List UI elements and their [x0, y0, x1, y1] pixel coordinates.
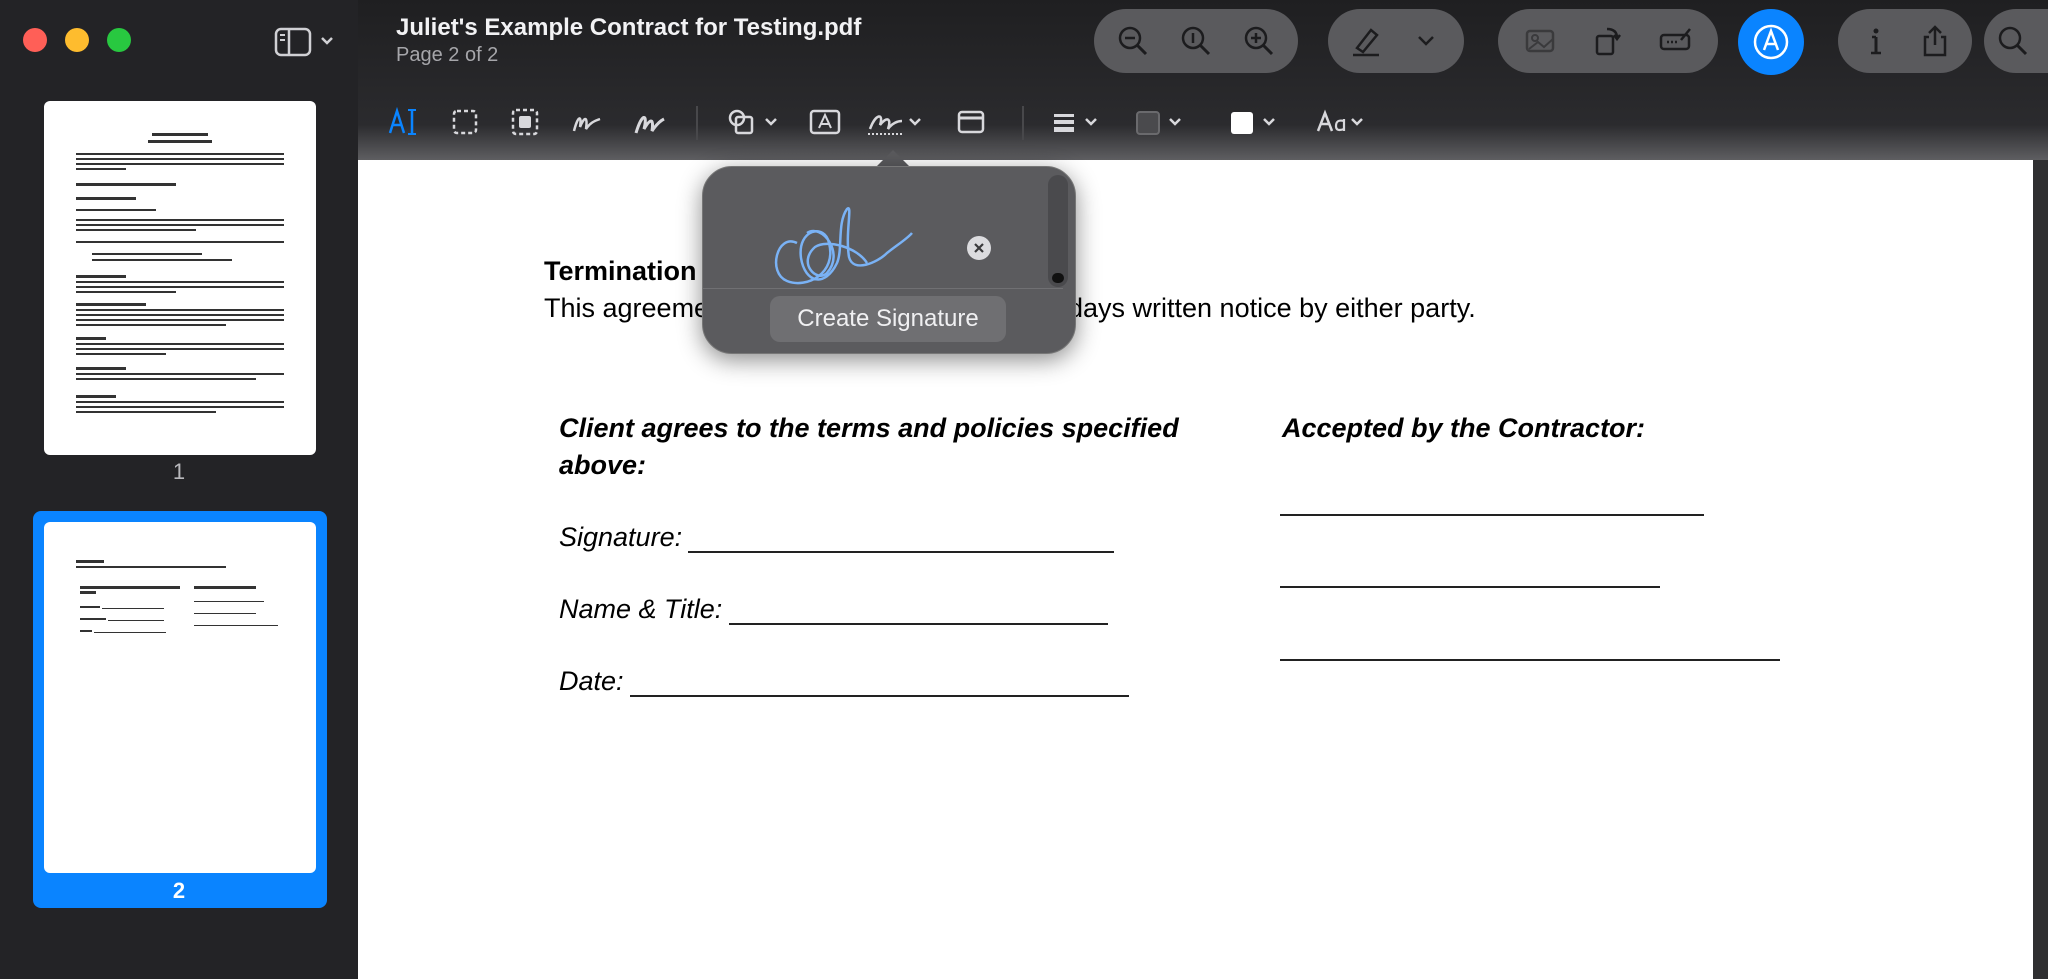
client-heading-line-1: Client agrees to the terms and policies … [559, 413, 1179, 443]
pdf-page: Termination This agreeme days written no… [358, 160, 2033, 979]
text-style-icon [1316, 109, 1363, 132]
rectangular-selection-tool[interactable] [448, 104, 482, 140]
delete-signature-button[interactable] [967, 236, 991, 260]
text-box-icon [809, 109, 841, 135]
contractor-date-line [1280, 659, 1780, 661]
line-style-icon [1054, 114, 1097, 132]
text-box-tool[interactable] [808, 104, 842, 140]
shape-style-tool[interactable] [1050, 104, 1102, 140]
close-icon [974, 243, 984, 253]
scrollbar-thumb[interactable] [1052, 273, 1064, 283]
actual-size-button[interactable] [1171, 16, 1221, 66]
rotate-icon [1595, 27, 1621, 56]
page-tools [1498, 9, 1718, 73]
highlight-menu-button[interactable] [1401, 16, 1451, 66]
shapes-icon [728, 109, 777, 135]
page-number-2: 2 [172, 878, 186, 903]
sidebar-toggle-button[interactable] [274, 26, 338, 58]
page-number-1: 1 [172, 459, 186, 484]
termination-text-left: This agreeme [544, 293, 710, 323]
zoom-in-icon [1244, 26, 1273, 56]
share-button[interactable] [1910, 16, 1960, 66]
page-thumbnail-1[interactable] [44, 101, 316, 455]
actual-size-icon [1181, 26, 1211, 56]
border-color-icon [1136, 111, 1181, 135]
highlighter-icon [1353, 28, 1379, 57]
zoom-out-icon [1119, 26, 1148, 56]
highlight-controls [1328, 9, 1464, 73]
toolbar-divider [696, 106, 698, 140]
share-icon [1923, 25, 1946, 57]
sidebar: 1 2 [0, 0, 359, 979]
rotate-button[interactable] [1583, 16, 1633, 66]
popover-scrollbar[interactable] [1048, 175, 1068, 287]
page-indicator: Page 2 of 2 [396, 44, 499, 66]
client-heading-line-2: above: [559, 450, 647, 480]
crop-button[interactable] [1515, 16, 1565, 66]
signature-line [688, 551, 1114, 553]
smart-lasso-icon [511, 108, 539, 136]
draw-icon [634, 116, 665, 134]
info-button[interactable] [1851, 16, 1901, 66]
toolbar-divider-2 [1022, 106, 1024, 140]
page-thumbnail-2[interactable] [44, 522, 316, 873]
zoom-in-button[interactable] [1234, 16, 1284, 66]
date-label: Date: [559, 666, 624, 696]
page-2-preview [76, 560, 278, 633]
search-button[interactable] [1984, 9, 2048, 73]
draw-tool[interactable] [632, 104, 666, 140]
signature-icon [868, 115, 921, 135]
image-crop-icon [1525, 29, 1555, 53]
zoom-window-button[interactable] [107, 28, 131, 52]
note-tool[interactable] [954, 104, 988, 140]
text-selection-tool[interactable] [388, 104, 422, 140]
document-view: Termination This agreeme days written no… [358, 160, 2048, 979]
markup-icon [1753, 24, 1789, 60]
smart-lasso-tool[interactable] [508, 104, 542, 140]
contractor-name-line [1280, 586, 1660, 588]
name-title-line [729, 623, 1108, 625]
chevron-down-icon [1418, 36, 1434, 46]
name-title-label: Name & Title: [559, 594, 723, 624]
rectangular-selection-icon [452, 109, 478, 135]
document-title: Juliet's Example Contract for Testing.pd… [396, 14, 862, 41]
sidebar-icon [274, 27, 333, 57]
termination-text-right: days written notice by either party. [1068, 293, 1476, 323]
zoom-out-button[interactable] [1108, 16, 1158, 66]
saved-signature[interactable] [767, 203, 917, 293]
fill-color-icon [1231, 112, 1275, 134]
shapes-tool[interactable] [726, 104, 782, 140]
form-button[interactable] [1651, 16, 1701, 66]
highlight-button[interactable] [1341, 16, 1391, 66]
contractor-heading: Accepted by the Contractor: [1282, 413, 1646, 443]
close-window-button[interactable] [23, 28, 47, 52]
zoom-controls [1094, 9, 1298, 73]
minimize-window-button[interactable] [65, 28, 89, 52]
text-style-tool[interactable] [1314, 104, 1370, 140]
fill-color-tool[interactable] [1228, 104, 1280, 140]
markup-button[interactable] [1738, 9, 1804, 75]
signature-label: Signature: [559, 522, 683, 552]
info-icon [1870, 28, 1881, 55]
text-selection-icon [388, 107, 416, 135]
note-icon [957, 110, 985, 134]
popover-divider [703, 288, 1063, 289]
form-field-icon [1659, 28, 1691, 51]
create-signature-button[interactable]: Create Signature [770, 296, 1006, 342]
termination-heading: Termination [544, 256, 697, 286]
border-color-tool[interactable] [1134, 104, 1186, 140]
contractor-signature-line [1280, 514, 1704, 516]
page-1-preview [76, 133, 284, 413]
signature-tool[interactable] [866, 104, 926, 140]
sketch-tool[interactable] [570, 104, 604, 140]
date-line [630, 695, 1129, 697]
search-icon [1998, 26, 2028, 56]
info-share-controls [1838, 9, 1972, 73]
sketch-icon [572, 117, 601, 132]
